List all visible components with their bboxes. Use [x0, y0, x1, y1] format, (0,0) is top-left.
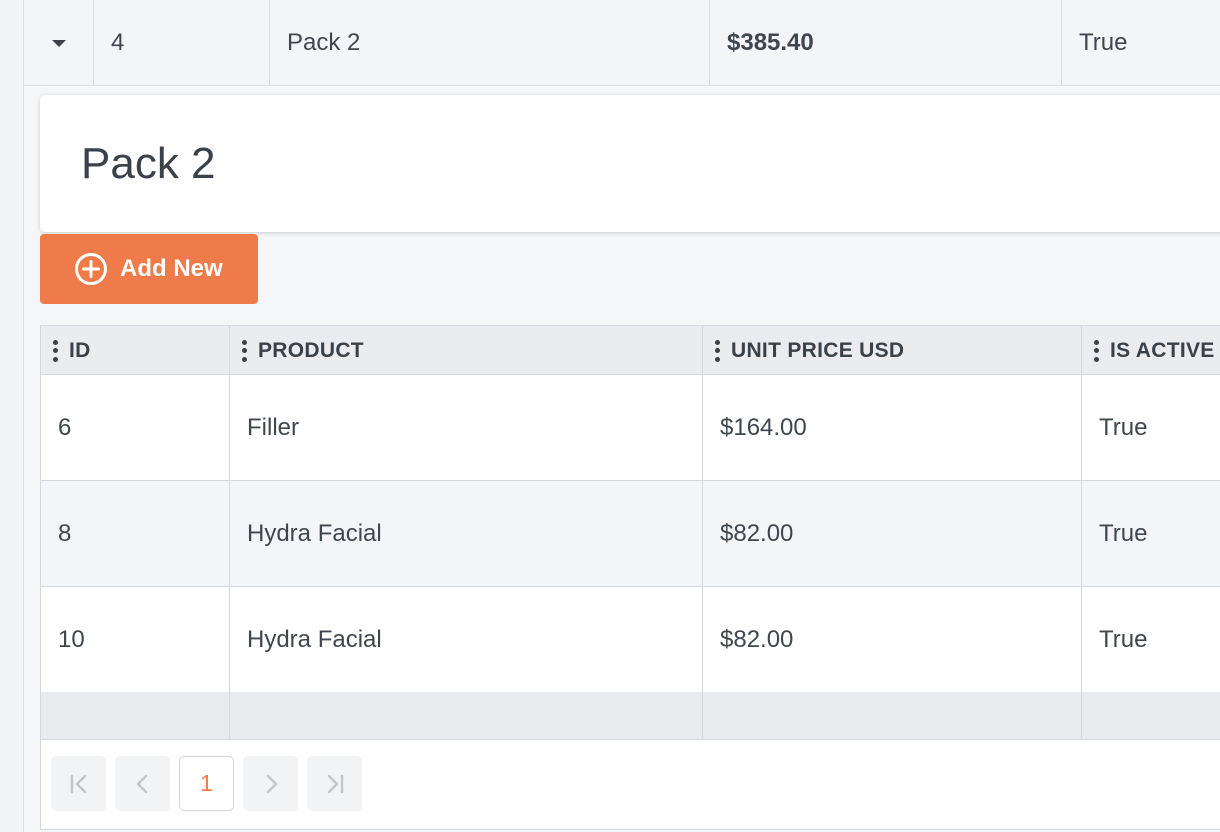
master-row[interactable]: 4 Pack 2 $385.40 True: [24, 0, 1220, 86]
column-menu-icon[interactable]: [53, 339, 59, 362]
table-row[interactable]: 8 Hydra Facial $82.00 True: [41, 481, 1220, 587]
table-row[interactable]: 6 Filler $164.00 True: [41, 375, 1220, 481]
current-page-button[interactable]: 1: [179, 756, 234, 811]
first-page-icon: [70, 774, 86, 793]
column-header-label: UNIT PRICE USD: [731, 338, 905, 362]
detail-grid: ID PRODUCT UNIT PRICE USD IS ACTIVE 6 Fi…: [40, 325, 1220, 830]
cell-id: 8: [41, 481, 230, 586]
column-menu-icon[interactable]: [1094, 339, 1100, 362]
last-page-icon: [327, 774, 343, 793]
chevron-right-icon: [266, 774, 277, 793]
cell-is-active: True: [1082, 587, 1220, 692]
last-page-button[interactable]: [307, 756, 362, 811]
expand-toggle[interactable]: [24, 0, 94, 86]
left-rail: [0, 0, 24, 832]
previous-page-button[interactable]: [115, 756, 170, 811]
column-header-label: ID: [69, 338, 91, 362]
empty-cell: [41, 692, 230, 739]
master-name-cell: Pack 2: [270, 0, 710, 86]
column-header-is-active[interactable]: IS ACTIVE: [1082, 326, 1220, 375]
empty-cell: [703, 692, 1082, 739]
plus-circle-icon: [75, 253, 107, 285]
cell-unit-price: $82.00: [703, 481, 1082, 586]
pagination: 1: [41, 739, 1220, 829]
cell-is-active: True: [1082, 481, 1220, 586]
table-row[interactable]: 10 Hydra Facial $82.00 True: [41, 587, 1220, 693]
next-page-button[interactable]: [243, 756, 298, 811]
add-new-button[interactable]: Add New: [40, 234, 258, 304]
cell-product: Filler: [230, 375, 703, 480]
column-header-unit-price[interactable]: UNIT PRICE USD: [703, 326, 1082, 375]
column-header-label: PRODUCT: [258, 338, 364, 362]
column-menu-icon[interactable]: [715, 339, 721, 362]
cell-product: Hydra Facial: [230, 587, 703, 692]
cell-is-active: True: [1082, 375, 1220, 480]
detail-title-card: Pack 2: [40, 95, 1220, 232]
master-id-cell: 4: [94, 0, 270, 86]
add-new-label: Add New: [120, 255, 223, 282]
cell-product: Hydra Facial: [230, 481, 703, 586]
empty-filler-row: [41, 692, 1220, 739]
cell-unit-price: $82.00: [703, 587, 1082, 692]
column-menu-icon[interactable]: [242, 339, 248, 362]
master-price-cell: $385.40: [710, 0, 1062, 86]
column-header-label: IS ACTIVE: [1110, 338, 1215, 362]
first-page-button[interactable]: [51, 756, 106, 811]
cell-id: 6: [41, 375, 230, 480]
cell-unit-price: $164.00: [703, 375, 1082, 480]
master-active-cell: True: [1079, 29, 1128, 56]
column-header-product[interactable]: PRODUCT: [230, 326, 703, 375]
empty-cell: [1082, 692, 1220, 739]
chevron-left-icon: [136, 774, 147, 793]
empty-cell: [230, 692, 703, 739]
column-header-id[interactable]: ID: [41, 326, 230, 375]
detail-title: Pack 2: [81, 139, 216, 188]
grid-header: ID PRODUCT UNIT PRICE USD IS ACTIVE: [41, 326, 1220, 375]
cell-id: 10: [41, 587, 230, 692]
caret-down-icon: [51, 39, 66, 47]
